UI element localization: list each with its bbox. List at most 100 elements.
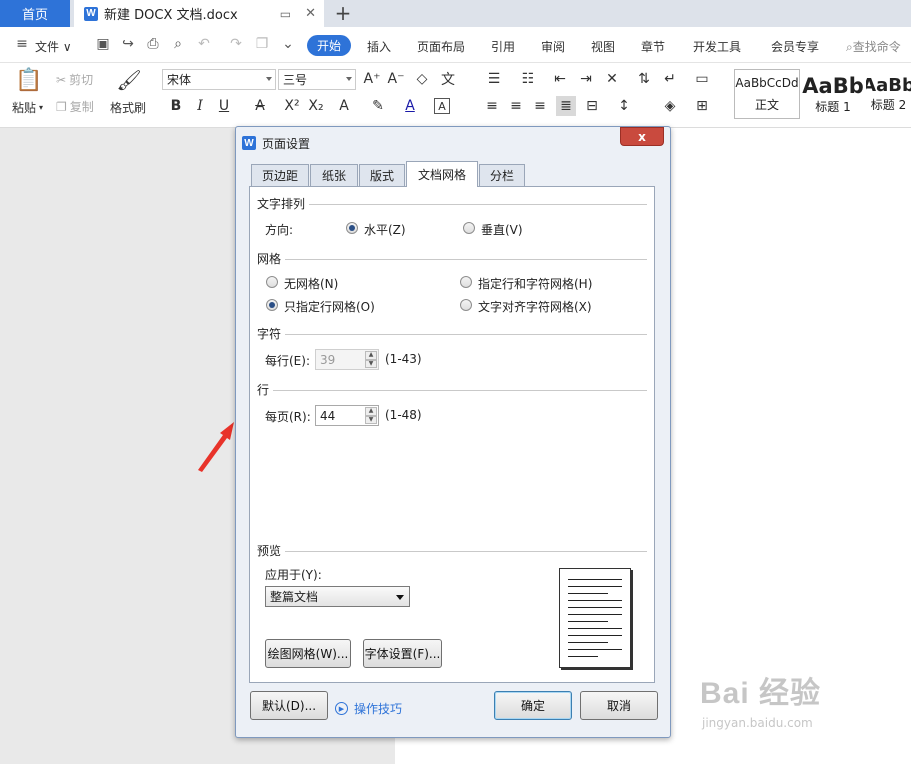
menu-file[interactable]: 文件 ∨ <box>35 38 72 55</box>
apply-to-select[interactable]: 整篇文档 <box>265 586 410 607</box>
print-preview-icon[interactable]: ⌕ <box>170 36 186 52</box>
pin-icon[interactable]: ▭ <box>280 7 291 21</box>
align-center-icon[interactable]: ≡ <box>506 96 526 116</box>
style-normal[interactable]: AaBbCcDd 正文 <box>734 69 800 119</box>
tab-columns[interactable]: 分栏 <box>479 164 525 186</box>
show-marks-icon[interactable]: ↵ <box>660 69 680 89</box>
paste-button[interactable]: 粘贴 ▾ <box>12 99 43 116</box>
new-tab-button[interactable]: + <box>332 1 354 25</box>
highlight-icon[interactable]: ✎ <box>368 96 388 116</box>
underline-icon[interactable]: U <box>214 96 234 116</box>
default-button[interactable]: 默认(D)... <box>250 691 328 720</box>
grid-none-radio[interactable] <box>266 276 278 288</box>
decrease-indent-icon[interactable]: ⇤ <box>550 69 570 89</box>
align-left-icon[interactable]: ≡ <box>482 96 502 116</box>
dialog-close-button[interactable]: x <box>620 127 664 146</box>
sort-icon[interactable]: ⇅ <box>634 69 654 89</box>
menu-start[interactable]: 开始 <box>307 35 351 56</box>
justify-icon[interactable]: ≣ <box>556 96 576 116</box>
increase-indent-icon[interactable]: ⇥ <box>576 69 596 89</box>
redo-icon[interactable]: ↷ <box>228 36 244 52</box>
grid-align-chars-label[interactable]: 文字对齐字符网格(X) <box>478 298 592 315</box>
style-heading-2[interactable]: AaBb 标题 2 <box>866 69 911 119</box>
menu-review[interactable]: 审阅 <box>541 38 565 55</box>
copy-format-icon[interactable]: ❐ <box>254 36 270 52</box>
grid-align-chars-radio[interactable] <box>460 299 472 311</box>
tab-paper[interactable]: 纸张 <box>310 164 358 186</box>
phonetic-guide-icon[interactable]: 文 <box>438 69 458 89</box>
menu-references[interactable]: 引用 <box>491 38 515 55</box>
draw-grid-button[interactable]: 绘图网格(W)... <box>265 639 351 668</box>
align-right-icon[interactable]: ≡ <box>530 96 550 116</box>
chinese-layout-icon[interactable]: ✕ <box>602 69 622 89</box>
spin-up-icon[interactable]: ▲ <box>365 351 377 360</box>
grow-font-icon[interactable]: A⁺ <box>362 69 382 89</box>
grid-rows-chars-radio[interactable] <box>460 276 472 288</box>
tab-document-grid[interactable]: 文档网格 <box>406 161 478 187</box>
tips-link[interactable]: ▶ 操作技巧 <box>335 700 402 717</box>
ruler-icon[interactable]: ▭ <box>692 69 712 89</box>
quick-access-dropdown-icon[interactable]: ⌄ <box>280 36 296 52</box>
direction-vertical-radio[interactable] <box>463 222 475 234</box>
save-icon[interactable]: ▣ <box>95 36 111 52</box>
style-heading-1[interactable]: AaBb 标题 1 <box>802 69 864 119</box>
cut-button[interactable]: ✂ 剪切 <box>56 71 93 88</box>
lines-per-page-stepper[interactable]: 44 ▲ ▼ <box>315 405 379 426</box>
menu-page-layout[interactable]: 页面布局 <box>417 38 465 55</box>
bold-icon[interactable]: B <box>166 96 186 116</box>
tab-margins[interactable]: 页边距 <box>251 164 309 186</box>
superscript-icon[interactable]: X² <box>282 96 302 116</box>
font-color-icon[interactable]: A <box>400 96 420 116</box>
search-command[interactable]: ⌕查找命令 <box>846 38 901 55</box>
paste-icon[interactable]: 📋 <box>15 67 42 93</box>
clear-format-icon[interactable]: ◇ <box>412 69 432 89</box>
char-border-icon[interactable]: A <box>434 98 450 114</box>
export-icon[interactable]: ↪ <box>120 36 136 52</box>
subscript-icon[interactable]: X₂ <box>306 96 326 116</box>
shrink-font-icon[interactable]: A⁻ <box>386 69 406 89</box>
undo-icon[interactable]: ↶ <box>196 36 212 52</box>
menu-chapter[interactable]: 章节 <box>641 38 665 55</box>
spinner-buttons[interactable]: ▲ ▼ <box>365 407 377 424</box>
menu-insert[interactable]: 插入 <box>367 38 391 55</box>
italic-icon[interactable]: I <box>190 96 210 116</box>
grid-rows-only-radio[interactable] <box>266 299 278 311</box>
line-spacing-icon[interactable]: ↕ <box>614 96 634 116</box>
direction-horizontal-radio[interactable] <box>346 222 358 234</box>
direction-horizontal-label[interactable]: 水平(Z) <box>364 221 406 238</box>
grid-rows-only-label[interactable]: 只指定行网格(O) <box>284 298 375 315</box>
print-icon[interactable]: ⎙ <box>145 36 161 52</box>
menu-view[interactable]: 视图 <box>591 38 615 55</box>
hamburger-icon[interactable]: ≡ <box>14 36 30 52</box>
copy-button[interactable]: ❐ 复制 <box>56 98 94 115</box>
cancel-button[interactable]: 取消 <box>580 691 658 720</box>
menu-developer[interactable]: 开发工具 <box>693 38 741 55</box>
numbered-list-icon[interactable]: ☷ <box>518 69 538 89</box>
grid-none-label[interactable]: 无网格(N) <box>284 275 338 292</box>
grid-rows-chars-label[interactable]: 指定行和字符网格(H) <box>478 275 592 292</box>
tab-home[interactable]: 首页 <box>0 0 70 27</box>
ok-button[interactable]: 确定 <box>494 691 572 720</box>
menu-member[interactable]: 会员专享 <box>771 38 819 55</box>
spin-down-icon[interactable]: ▼ <box>365 415 377 424</box>
format-painter-icon[interactable]: 🖌 <box>116 67 141 93</box>
font-size-select[interactable]: 三号 <box>278 69 356 90</box>
direction-vertical-label[interactable]: 垂直(V) <box>481 221 523 238</box>
tab-document[interactable]: W 新建 DOCX 文档.docx ▭ ✕ <box>74 0 324 27</box>
font-name-select[interactable]: 宋体 <box>162 69 276 90</box>
font-settings-button[interactable]: 字体设置(F)... <box>363 639 442 668</box>
close-tab-icon[interactable]: ✕ <box>305 6 316 21</box>
spin-down-icon[interactable]: ▼ <box>365 359 377 368</box>
chars-per-line-stepper[interactable]: 39 ▲ ▼ <box>315 349 379 370</box>
spinner-buttons[interactable]: ▲ ▼ <box>365 351 377 368</box>
bullet-list-icon[interactable]: ☰ <box>484 69 504 89</box>
text-effect-icon[interactable]: A <box>334 96 354 116</box>
tab-document-label: 新建 DOCX 文档.docx <box>104 8 238 23</box>
distributed-icon[interactable]: ⊟ <box>582 96 602 116</box>
format-painter-button[interactable]: 格式刷 <box>110 99 146 116</box>
borders-icon[interactable]: ⊞ <box>692 96 712 116</box>
tab-layout[interactable]: 版式 <box>359 164 405 186</box>
spin-up-icon[interactable]: ▲ <box>365 407 377 416</box>
strikethrough-icon[interactable]: A <box>250 96 270 116</box>
shading-icon[interactable]: ◈ <box>660 96 680 116</box>
